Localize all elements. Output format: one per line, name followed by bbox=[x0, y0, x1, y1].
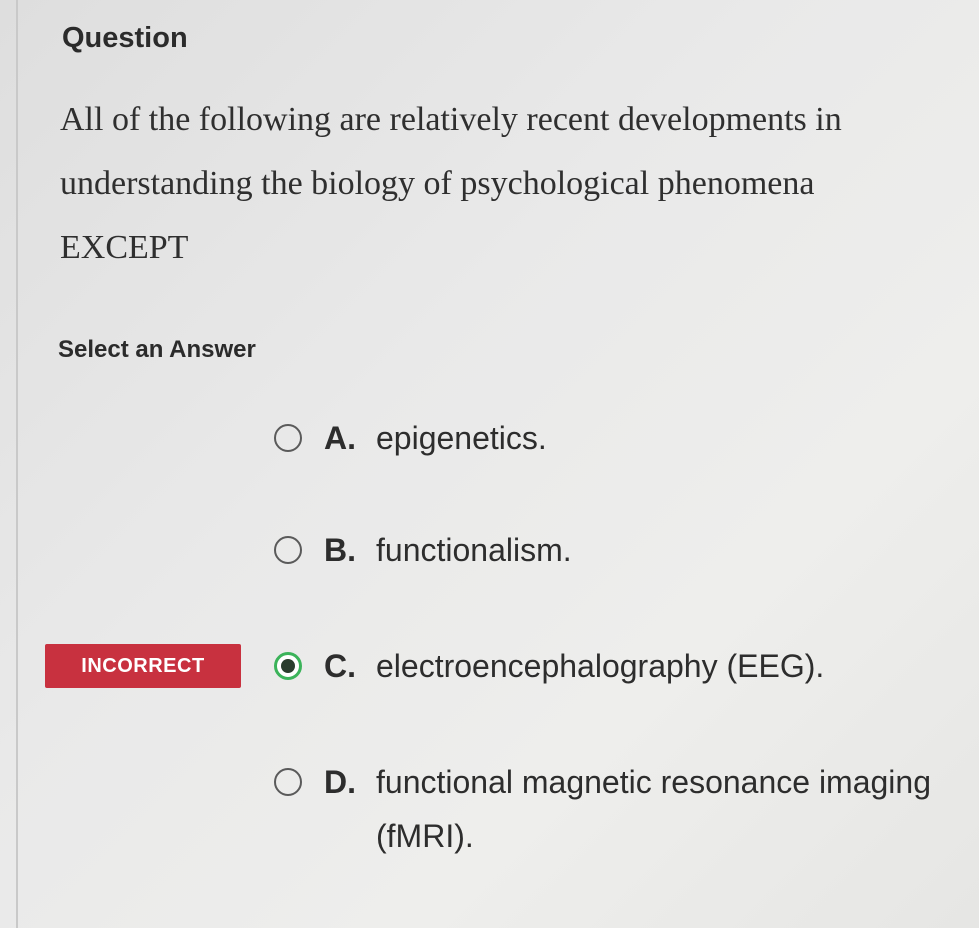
select-answer-label: Select an Answer bbox=[58, 336, 256, 363]
option-letter: B. bbox=[324, 532, 356, 568]
radio-button-icon[interactable] bbox=[274, 424, 302, 452]
question-heading: Question bbox=[62, 22, 188, 54]
incorrect-badge: INCORRECT bbox=[45, 644, 241, 688]
option-text: electroencephalography (EEG). bbox=[376, 648, 825, 684]
option-letter: D. bbox=[324, 764, 356, 800]
option-c[interactable]: C. electroencephalography (EEG). bbox=[274, 644, 976, 688]
radio-button-icon[interactable] bbox=[274, 768, 302, 796]
radio-dot-icon bbox=[281, 659, 295, 673]
option-d[interactable]: D. functional magnetic resonance imaging… bbox=[274, 760, 936, 863]
option-a[interactable]: A. epigenetics. bbox=[274, 416, 936, 460]
option-letter: A. bbox=[324, 420, 356, 456]
option-text: epigenetics. bbox=[376, 420, 547, 456]
option-text: functional magnetic resonance imaging (f… bbox=[376, 764, 931, 854]
option-text: functionalism. bbox=[376, 532, 572, 568]
option-b[interactable]: B. functionalism. bbox=[274, 528, 936, 572]
radio-button-icon[interactable] bbox=[274, 536, 302, 564]
left-border bbox=[16, 0, 18, 928]
option-letter: C. bbox=[324, 648, 356, 684]
question-text: All of the following are relatively rece… bbox=[60, 101, 842, 266]
radio-button-selected-icon[interactable] bbox=[274, 652, 302, 680]
